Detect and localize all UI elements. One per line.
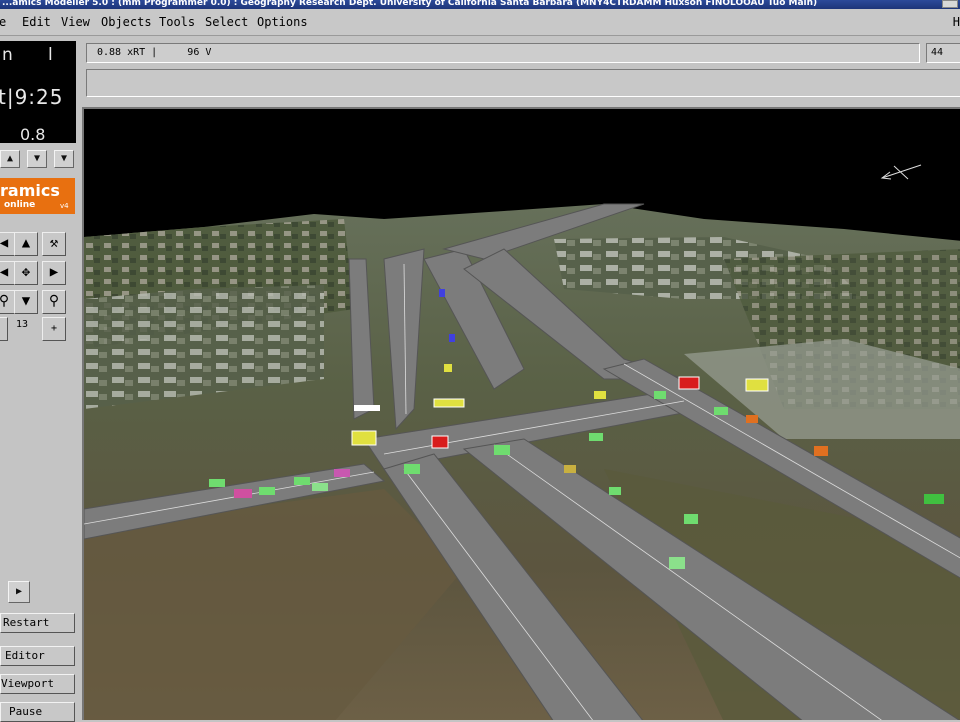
menu-bar: e Edit View Objects Tools Select Options… bbox=[0, 9, 960, 36]
speed-down-button[interactable]: ▼ bbox=[27, 150, 47, 168]
menu-tools[interactable]: Tools bbox=[159, 15, 195, 29]
vehicle bbox=[209, 479, 225, 487]
logo-version: v4 bbox=[60, 202, 69, 210]
window-close-button[interactable] bbox=[942, 0, 958, 8]
clock-top-left: n bbox=[2, 45, 13, 65]
pan-right-button[interactable]: ▶ bbox=[42, 261, 66, 285]
arrow-down-icon: ▼ bbox=[21, 293, 31, 309]
vehicle bbox=[654, 391, 666, 399]
vehicle bbox=[334, 469, 350, 477]
menu-view[interactable]: View bbox=[61, 15, 90, 29]
status-area: 0.88 xRT | 96 V 44 bbox=[82, 37, 960, 107]
restart-button[interactable]: Restart bbox=[0, 613, 75, 633]
vehicle bbox=[494, 445, 510, 455]
vehicle bbox=[714, 407, 728, 415]
step-increment-button[interactable]: + bbox=[42, 317, 66, 341]
vehicle bbox=[444, 364, 452, 372]
arrow-right-icon: ▶ bbox=[49, 264, 59, 280]
clock-speed: 0.8 bbox=[20, 125, 46, 144]
vehicle bbox=[814, 446, 828, 456]
menu-edit[interactable]: Edit bbox=[22, 15, 51, 29]
vehicle bbox=[259, 487, 275, 495]
menu-options[interactable]: Options bbox=[257, 15, 308, 29]
control-panel: n l t|9:25 0.8 ▲ ▼ ▼ ramics online v4 ◀ … bbox=[0, 37, 82, 722]
vehicle bbox=[609, 487, 621, 495]
pin-icon: ⚒ bbox=[49, 235, 59, 251]
pause-button[interactable]: Pause bbox=[0, 702, 75, 722]
arrow-up-icon: ▲ bbox=[21, 235, 31, 251]
speed-min-button[interactable]: ▼ bbox=[54, 150, 74, 168]
triangle-down-icon: ▼ bbox=[60, 153, 68, 164]
pan-up-button[interactable]: ▲ bbox=[14, 232, 38, 256]
vehicle bbox=[746, 415, 758, 423]
message-field bbox=[86, 69, 960, 97]
menu-objects[interactable]: Objects bbox=[101, 15, 152, 29]
play-icon: ▶ bbox=[15, 586, 23, 597]
vehicle bbox=[439, 289, 445, 297]
arrow-left-icon: ◀ bbox=[0, 264, 9, 280]
vehicle bbox=[351, 430, 377, 446]
3d-viewport[interactable] bbox=[82, 107, 960, 720]
pan-down-button[interactable]: ▼ bbox=[14, 290, 38, 314]
triangle-up-icon: ▲ bbox=[6, 153, 14, 164]
vehicle bbox=[564, 465, 576, 473]
vehicle bbox=[678, 376, 700, 390]
vehicle bbox=[449, 334, 455, 342]
triangle-down-icon: ▼ bbox=[33, 153, 41, 164]
zoom-icon: ⚲ bbox=[0, 293, 10, 309]
vehicle bbox=[312, 483, 328, 491]
vehicle bbox=[745, 378, 769, 392]
speed-up-button[interactable]: ▲ bbox=[0, 150, 20, 168]
magnifier-icon: ⚲ bbox=[48, 293, 60, 309]
window-title-bar: ...amics Modeller 5.0 : (mm Programmer 0… bbox=[0, 0, 960, 9]
pick-tool-button[interactable]: ⚒ bbox=[42, 232, 66, 256]
vehicle bbox=[433, 398, 465, 408]
vehicle bbox=[354, 405, 380, 411]
frame-count-field: 44 bbox=[926, 43, 960, 63]
clock-top-right: l bbox=[48, 45, 53, 65]
window-title: ...amics Modeller 5.0 : (mm Programmer 0… bbox=[2, 0, 818, 8]
simulation-clock: n l t|9:25 0.8 bbox=[0, 41, 76, 144]
vehicle bbox=[431, 435, 449, 449]
plus-icon: + bbox=[50, 323, 58, 334]
simulation-status-field: 0.88 xRT | 96 V bbox=[86, 43, 920, 63]
arrow-left-icon: ◀ bbox=[0, 235, 9, 251]
step-decrement-button[interactable] bbox=[0, 317, 8, 341]
vehicle bbox=[589, 433, 603, 441]
step-value: 13 bbox=[16, 319, 29, 330]
vehicle bbox=[294, 477, 310, 485]
vehicle bbox=[234, 489, 252, 498]
vehicle bbox=[924, 494, 944, 504]
vehicle bbox=[669, 557, 685, 569]
quadstone-paramics-logo: ramics online v4 bbox=[0, 178, 75, 214]
zoom-in-button[interactable]: ⚲ bbox=[42, 290, 66, 314]
play-button[interactable]: ▶ bbox=[8, 581, 30, 603]
viewport-button[interactable]: Viewport bbox=[0, 674, 75, 694]
menu-select[interactable]: Select bbox=[205, 15, 248, 29]
menu-file[interactable]: e bbox=[0, 15, 6, 29]
editor-button[interactable]: Editor bbox=[0, 646, 75, 666]
fit-view-button[interactable]: ✥ bbox=[14, 261, 38, 285]
traffic-scene[interactable] bbox=[84, 109, 960, 720]
logo-word: ramics bbox=[0, 181, 60, 200]
vehicle bbox=[594, 391, 606, 399]
logo-subtitle: online bbox=[4, 200, 36, 210]
crosshair-icon: ✥ bbox=[21, 264, 31, 280]
menu-help[interactable]: H bbox=[953, 15, 960, 29]
vehicle bbox=[404, 464, 420, 474]
clock-time: t|9:25 bbox=[0, 85, 64, 109]
vehicle bbox=[684, 514, 698, 524]
